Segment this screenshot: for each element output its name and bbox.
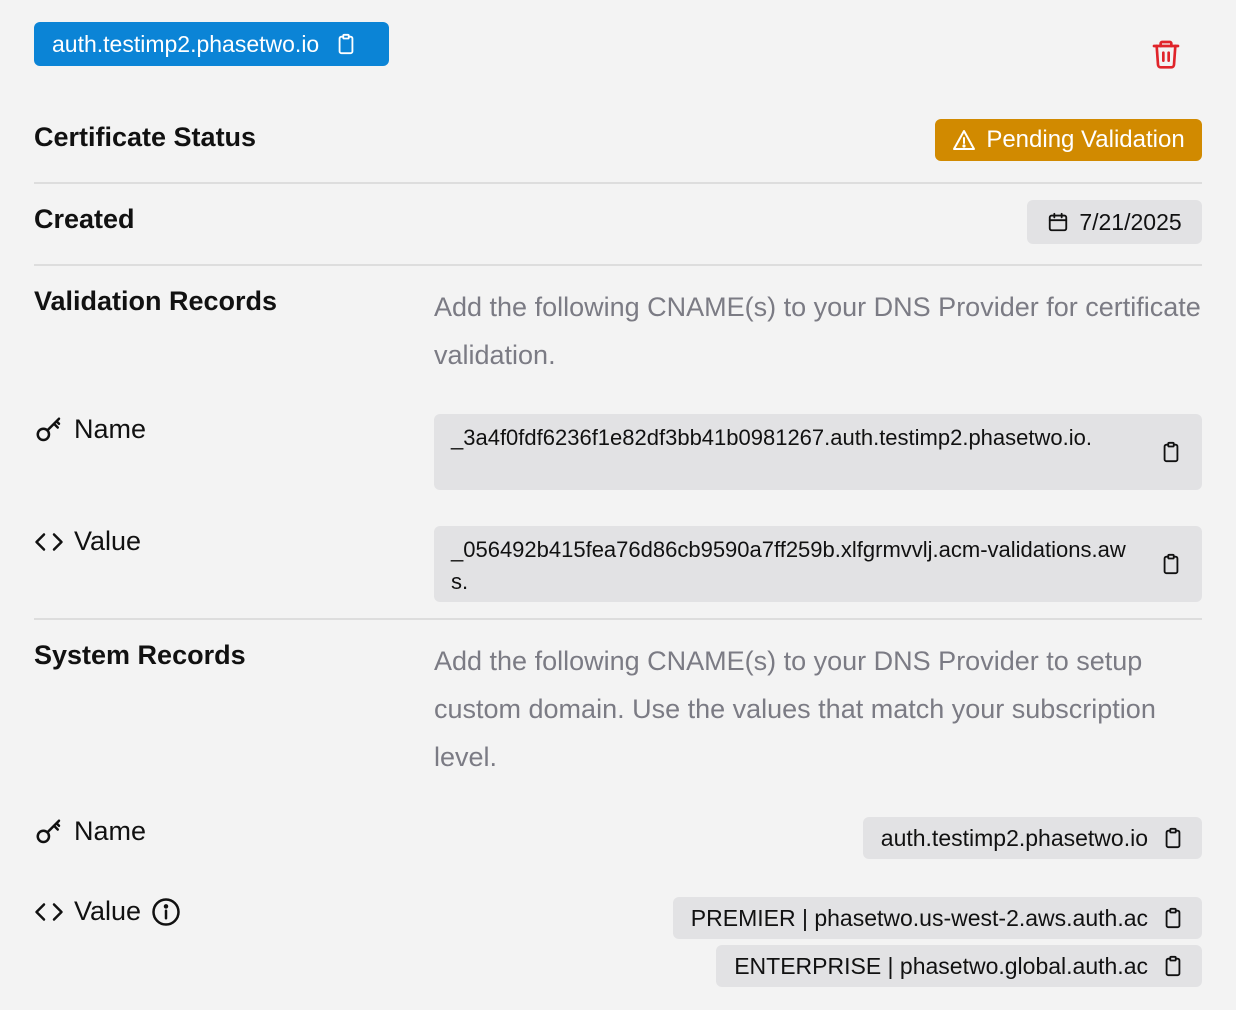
system-value-chip-premier[interactable]: PREMIER | phasetwo.us-west-2.aws.auth.ac [672, 897, 1202, 939]
validation-records-description: Add the following CNAME(s) to your DNS P… [434, 292, 1201, 370]
status-text: Pending Validation [986, 126, 1185, 153]
system-name-label-row: Name [34, 816, 146, 847]
system-value-chip-enterprise[interactable]: ENTERPRISE | phasetwo.global.auth.ac [716, 945, 1202, 987]
clipboard-icon[interactable] [1162, 827, 1184, 849]
domain-name: auth.testimp2.phasetwo.io [52, 30, 320, 57]
validation-records-label: Validation Records [34, 286, 278, 316]
clipboard-icon[interactable] [1160, 553, 1182, 575]
created-date-chip: 7/21/2025 [1027, 200, 1202, 244]
system-value-label-row: Value [34, 896, 181, 927]
key-icon [36, 417, 61, 441]
calendar-icon [1049, 212, 1068, 232]
created-date: 7/21/2025 [1079, 208, 1182, 235]
code-icon [35, 902, 63, 921]
clipboard-icon[interactable] [1160, 441, 1182, 463]
key-icon [36, 819, 61, 843]
trash-icon[interactable] [1150, 38, 1182, 70]
clipboard-icon[interactable] [335, 33, 357, 55]
clipboard-icon[interactable] [1162, 907, 1184, 929]
system-records-label: System Records [34, 640, 246, 670]
system-name-value: auth.testimp2.phasetwo.io [880, 824, 1148, 851]
validation-name-field[interactable]: _3a4f0fdf6236f1e82df3bb41b0981267.auth.t… [434, 414, 1202, 490]
divider [34, 182, 1202, 184]
validation-value-value: _056492b415fea76d86cb9590a7ff259b.xlfgrm… [451, 537, 1126, 594]
system-name-chip[interactable]: auth.testimp2.phasetwo.io [862, 817, 1202, 859]
divider [34, 618, 1202, 620]
system-value-premier: PREMIER | phasetwo.us-west-2.aws.auth.ac [690, 904, 1148, 931]
system-value-enterprise: ENTERPRISE | phasetwo.global.auth.ac [734, 952, 1148, 979]
system-name-label: Name [74, 816, 147, 846]
warning-icon [953, 130, 976, 150]
divider [34, 264, 1202, 266]
validation-value-field[interactable]: _056492b415fea76d86cb9590a7ff259b.xlfgrm… [434, 526, 1202, 602]
status-badge: Pending Validation [935, 119, 1202, 161]
code-icon [35, 532, 63, 551]
certificate-status-label: Certificate Status [34, 122, 257, 152]
clipboard-icon[interactable] [1162, 955, 1184, 977]
validation-name-value: _3a4f0fdf6236f1e82df3bb41b0981267.auth.t… [451, 425, 1092, 450]
system-records-description: Add the following CNAME(s) to your DNS P… [434, 646, 1156, 772]
system-value-label: Value [74, 896, 142, 926]
validation-name-label-row: Name [34, 414, 146, 445]
created-label: Created [34, 204, 135, 234]
domain-chip[interactable]: auth.testimp2.phasetwo.io [34, 22, 389, 66]
info-icon[interactable] [151, 897, 181, 927]
validation-name-label: Name [74, 414, 147, 444]
validation-value-label-row: Value [34, 526, 141, 557]
validation-value-label: Value [74, 526, 142, 556]
